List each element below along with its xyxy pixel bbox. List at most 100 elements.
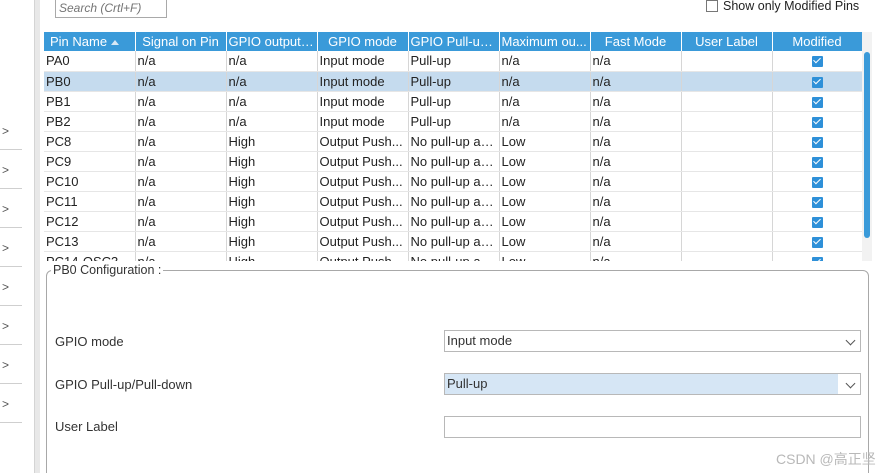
table-row[interactable]: PC14-OSC3 n/a High Output Push... No pull-up… xyxy=(44,251,862,261)
table-row[interactable]: PC12 n/a High Output Push... No pull-up an..… xyxy=(44,211,862,232)
column-header-user-label[interactable]: User Label xyxy=(681,32,773,51)
table-cell-pull: No pull-up an... xyxy=(408,171,500,192)
show-only-modified-filter[interactable]: Show only Modified Pins xyxy=(706,0,859,14)
gpio-mode-select[interactable]: Input mode xyxy=(444,330,861,352)
table-cell-signal: n/a xyxy=(135,71,227,92)
table-row[interactable]: PC9 n/a High Output Push... No pull-up an...… xyxy=(44,151,862,172)
table-cell-fast: n/a xyxy=(590,191,682,212)
table-cell-output: High xyxy=(226,211,318,232)
table-row[interactable]: PC13 n/a High Output Push... No pull-up an..… xyxy=(44,231,862,252)
table-cell-modified xyxy=(772,51,862,72)
panel-splitter[interactable] xyxy=(34,0,40,473)
column-header-gpio-output[interactable]: GPIO output ... xyxy=(226,32,318,51)
column-header-fast-mode[interactable]: Fast Mode xyxy=(590,32,682,51)
search-input[interactable] xyxy=(55,0,167,18)
table-cell-mode: Input mode xyxy=(317,91,409,112)
show-only-modified-checkbox[interactable] xyxy=(706,0,718,12)
table-row[interactable]: PA0 n/a n/a Input mode Pull-up n/a n/a xyxy=(44,51,862,72)
table-cell-fast: n/a xyxy=(590,91,682,112)
table-cell-output: High xyxy=(226,231,318,252)
table-cell-pin: PC9 xyxy=(44,151,136,172)
user-label-input[interactable] xyxy=(444,416,861,438)
table-cell-modified xyxy=(772,151,862,172)
table-cell-modified xyxy=(772,231,862,252)
table-cell-signal: n/a xyxy=(135,191,227,212)
table-cell-pull: Pull-up xyxy=(408,111,500,132)
table-cell-pull: Pull-up xyxy=(408,51,500,72)
checkbox-checked-icon xyxy=(811,216,823,228)
gpio-pull-select[interactable]: Pull-up xyxy=(444,373,861,395)
column-header-gpio-mode[interactable]: GPIO mode xyxy=(317,32,409,51)
checkbox-checked-icon xyxy=(811,256,823,261)
table-cell-pin: PC8 xyxy=(44,131,136,152)
table-row[interactable]: PC10 n/a High Output Push... No pull-up an..… xyxy=(44,171,862,192)
table-header-row: Pin Name Signal on Pin GPIO output ... G… xyxy=(44,32,862,51)
table-cell-signal: n/a xyxy=(135,151,227,172)
chevron-right-icon[interactable]: > xyxy=(0,307,22,345)
checkbox-checked-icon xyxy=(811,236,823,248)
chevron-right-icon[interactable]: > xyxy=(0,385,22,423)
checkbox-checked-icon xyxy=(811,136,823,148)
checkbox-checked-icon xyxy=(811,76,823,88)
table-cell-signal: n/a xyxy=(135,231,227,252)
table-cell-speed: Low xyxy=(499,131,591,152)
column-header-signal[interactable]: Signal on Pin xyxy=(135,32,227,51)
table-cell-label xyxy=(681,231,773,252)
column-header-label: Pin Name xyxy=(50,34,108,49)
table-cell-modified xyxy=(772,171,862,192)
table-scrollbar-thumb[interactable] xyxy=(864,52,870,238)
table-cell-speed: n/a xyxy=(499,111,591,132)
table-row[interactable]: PC8 n/a High Output Push... No pull-up an...… xyxy=(44,131,862,152)
table-cell-pull: No pull-up an... xyxy=(408,131,500,152)
watermark: CSDN @高正坚 xyxy=(776,451,876,467)
checkbox-checked-icon xyxy=(811,196,823,208)
table-cell-label xyxy=(681,191,773,212)
table-scrollbar[interactable] xyxy=(862,32,872,261)
column-header-pin-name[interactable]: Pin Name xyxy=(44,32,136,51)
column-header-max-output-speed[interactable]: Maximum ou... xyxy=(499,32,591,51)
table-row[interactable]: PB2 n/a n/a Input mode Pull-up n/a n/a xyxy=(44,111,862,132)
table-row[interactable]: PC11 n/a High Output Push... No pull-up an..… xyxy=(44,191,862,212)
table-cell-output: n/a xyxy=(226,51,318,72)
table-cell-fast: n/a xyxy=(590,231,682,252)
chevron-right-icon[interactable]: > xyxy=(0,268,22,306)
checkbox-checked-icon xyxy=(811,96,823,108)
table-row[interactable]: PB1 n/a n/a Input mode Pull-up n/a n/a xyxy=(44,91,862,112)
chevron-right-icon[interactable]: > xyxy=(0,151,22,189)
table-cell-speed: Low xyxy=(499,211,591,232)
pin-configuration-panel xyxy=(46,270,869,473)
table-cell-speed: n/a xyxy=(499,91,591,112)
chevron-right-icon[interactable]: > xyxy=(0,112,22,150)
table-cell-speed: n/a xyxy=(499,71,591,92)
table-cell-pin: PC14-OSC3 xyxy=(44,251,136,261)
table-cell-pin: PC10 xyxy=(44,171,136,192)
table-row[interactable]: PB0 n/a n/a Input mode Pull-up n/a n/a xyxy=(44,71,862,92)
column-header-modified[interactable]: Modified xyxy=(772,32,862,51)
table-cell-pull: No pull-up an... xyxy=(408,211,500,232)
checkbox-checked-icon xyxy=(811,156,823,168)
column-header-gpio-pull[interactable]: GPIO Pull-up... xyxy=(408,32,500,51)
table-cell-pull: No pull-up an... xyxy=(408,231,500,252)
gpio-pull-label: GPIO Pull-up/Pull-down xyxy=(55,377,193,392)
table-cell-pull: Pull-up xyxy=(408,71,500,92)
table-cell-pull: No pull-up an... xyxy=(408,151,500,172)
table-cell-signal: n/a xyxy=(135,251,227,261)
table-cell-fast: n/a xyxy=(590,71,682,92)
table-cell-output: n/a xyxy=(226,91,318,112)
table-cell-output: High xyxy=(226,171,318,192)
table-cell-speed: Low xyxy=(499,231,591,252)
table-cell-label xyxy=(681,91,773,112)
chevron-right-icon[interactable]: > xyxy=(0,190,22,228)
user-label-label: User Label xyxy=(55,419,118,434)
table-cell-label xyxy=(681,71,773,92)
checkbox-checked-icon xyxy=(811,176,823,188)
chevron-right-icon[interactable]: > xyxy=(0,229,22,267)
left-collapsed-panel: > > > > > > > > xyxy=(0,0,22,473)
table-cell-signal: n/a xyxy=(135,111,227,132)
table-cell-label xyxy=(681,151,773,172)
table-cell-fast: n/a xyxy=(590,51,682,72)
table-cell-output: n/a xyxy=(226,111,318,132)
chevron-right-icon[interactable]: > xyxy=(0,346,22,384)
table-cell-modified xyxy=(772,251,862,261)
table-cell-signal: n/a xyxy=(135,131,227,152)
